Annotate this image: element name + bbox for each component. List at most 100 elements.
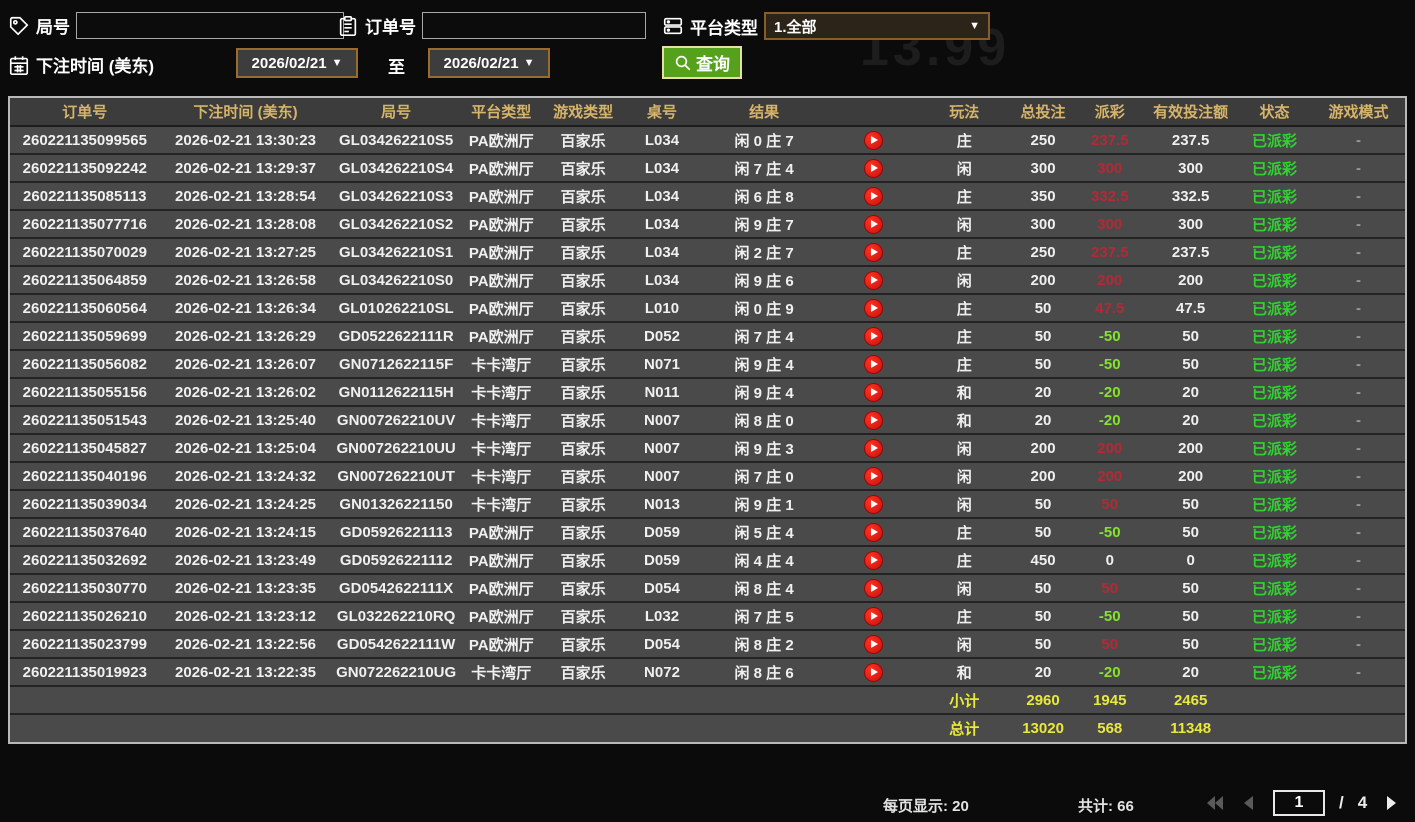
column-header: 桌号 <box>624 98 700 127</box>
playtype-cell: 庄 <box>917 349 1011 378</box>
gametype-cell: 百家乐 <box>541 153 625 182</box>
play-video-icon[interactable] <box>863 662 883 682</box>
column-header: 派彩 <box>1075 98 1145 127</box>
play-cell <box>828 209 918 238</box>
play-cell <box>828 433 918 462</box>
playtype-cell: 闲 <box>917 629 1011 658</box>
time-cell: 2026-02-21 13:26:29 <box>159 321 332 350</box>
tableno-cell: D059 <box>624 517 700 546</box>
round-cell: GD05926221113 <box>331 517 461 546</box>
date-range-to-label: 至 <box>388 58 405 77</box>
first-page-icon[interactable] <box>1205 793 1225 813</box>
date-from-picker[interactable]: 2026/02/21 ▼ <box>236 48 358 78</box>
status-cell: 已派彩 <box>1237 657 1312 686</box>
bet-cell: 200 <box>1010 433 1076 462</box>
order-input[interactable] <box>422 12 646 39</box>
round-cell: GL032262210RQ <box>331 601 461 630</box>
payout-cell: -20 <box>1075 657 1145 686</box>
pagination-bar: 每页显示: 20 共计: 66 / 4 <box>0 788 1415 822</box>
playtype-cell: 庄 <box>917 181 1011 210</box>
mode-cell: - <box>1311 405 1405 434</box>
round-cell: GD0542622111X <box>331 573 461 602</box>
mode-cell: - <box>1311 209 1405 238</box>
prev-page-icon[interactable] <box>1239 793 1259 813</box>
playtype-cell: 庄 <box>917 601 1011 630</box>
total-row-cell: 568 <box>1075 713 1145 742</box>
total-row-cell <box>331 713 461 742</box>
gametype-cell: 百家乐 <box>541 209 625 238</box>
bet-cell: 50 <box>1010 573 1076 602</box>
payout-cell: 50 <box>1075 573 1145 602</box>
time-cell: 2026-02-21 13:24:25 <box>159 489 332 518</box>
result-cell: 闲 8 庄 2 <box>699 629 829 658</box>
play-video-icon[interactable] <box>863 494 883 514</box>
play-video-icon[interactable] <box>863 242 883 262</box>
payout-cell: 47.5 <box>1075 293 1145 322</box>
play-video-icon[interactable] <box>863 158 883 178</box>
date-to-picker[interactable]: 2026/02/21 ▼ <box>428 48 550 78</box>
play-video-icon[interactable] <box>863 326 883 346</box>
play-video-icon[interactable] <box>863 382 883 402</box>
play-video-icon[interactable] <box>863 550 883 570</box>
play-video-icon[interactable] <box>863 298 883 318</box>
platform-cell: 卡卡湾厅 <box>460 489 542 518</box>
total-row-cell: 总计 <box>917 713 1011 742</box>
table-row: 260221135092242 2026-02-21 13:29:37 GL0342… <box>10 153 1405 182</box>
result-cell: 闲 7 庄 5 <box>699 601 829 630</box>
time-cell: 2026-02-21 13:25:04 <box>159 433 332 462</box>
playtype-cell: 闲 <box>917 433 1011 462</box>
mode-cell: - <box>1311 489 1405 518</box>
bet-cell: 50 <box>1010 293 1076 322</box>
play-video-icon[interactable] <box>863 270 883 290</box>
platform-filter-group: 平台类型 1.全部 ▼ <box>662 12 990 40</box>
play-video-icon[interactable] <box>863 578 883 598</box>
order-cell: 260221135040196 <box>10 461 160 490</box>
mode-cell: - <box>1311 265 1405 294</box>
total-row: 总计 13020 568 11348 <box>10 713 1405 742</box>
playtype-cell: 闲 <box>917 209 1011 238</box>
play-video-icon[interactable] <box>863 466 883 486</box>
playtype-cell: 庄 <box>917 237 1011 266</box>
next-page-icon[interactable] <box>1381 793 1401 813</box>
play-video-icon[interactable] <box>863 522 883 542</box>
tableno-cell: L034 <box>624 153 700 182</box>
tableno-cell: N071 <box>624 349 700 378</box>
status-cell: 已派彩 <box>1237 237 1312 266</box>
play-cell <box>828 489 918 518</box>
play-video-icon[interactable] <box>863 438 883 458</box>
subtotal-row-cell <box>828 685 918 714</box>
play-cell <box>828 629 918 658</box>
column-header: 订单号 <box>10 98 160 127</box>
platform-cell: PA欧洲厅 <box>460 125 542 154</box>
order-cell: 260221135092242 <box>10 153 160 182</box>
platform-cell: PA欧洲厅 <box>460 573 542 602</box>
play-video-icon[interactable] <box>863 410 883 430</box>
calendar-icon <box>8 54 30 76</box>
table-row: 260221135055156 2026-02-21 13:26:02 GN0112… <box>10 377 1405 406</box>
bet-records-table: 订单号 下注时间 (美东) 局号 平台类型 游戏类型 桌号 结果 玩法 总投注 派彩 有效投注额 状态… <box>8 96 1407 744</box>
round-input[interactable] <box>76 12 344 39</box>
play-video-icon[interactable] <box>863 354 883 374</box>
search-button[interactable]: 查询 <box>662 46 742 79</box>
playtype-cell: 闲 <box>917 489 1011 518</box>
play-video-icon[interactable] <box>863 130 883 150</box>
page-number-input[interactable] <box>1273 790 1325 816</box>
platform-select[interactable]: 1.全部 ▼ <box>764 12 990 40</box>
play-video-icon[interactable] <box>863 606 883 626</box>
valid-cell: 50 <box>1144 517 1238 546</box>
play-video-icon[interactable] <box>863 634 883 654</box>
play-video-icon[interactable] <box>863 186 883 206</box>
round-cell: GD05926221112 <box>331 545 461 574</box>
gametype-cell: 百家乐 <box>541 433 625 462</box>
table-row: 260221135070029 2026-02-21 13:27:25 GL0342… <box>10 237 1405 266</box>
payout-cell: 50 <box>1075 489 1145 518</box>
table-row: 260221135056082 2026-02-21 13:26:07 GN0712… <box>10 349 1405 378</box>
time-cell: 2026-02-21 13:23:35 <box>159 573 332 602</box>
total-row-cell <box>460 713 542 742</box>
playtype-cell: 闲 <box>917 153 1011 182</box>
time-cell: 2026-02-21 13:24:32 <box>159 461 332 490</box>
play-video-icon[interactable] <box>863 214 883 234</box>
platform-cell: PA欧洲厅 <box>460 153 542 182</box>
time-cell: 2026-02-21 13:30:23 <box>159 125 332 154</box>
playtype-cell: 和 <box>917 657 1011 686</box>
